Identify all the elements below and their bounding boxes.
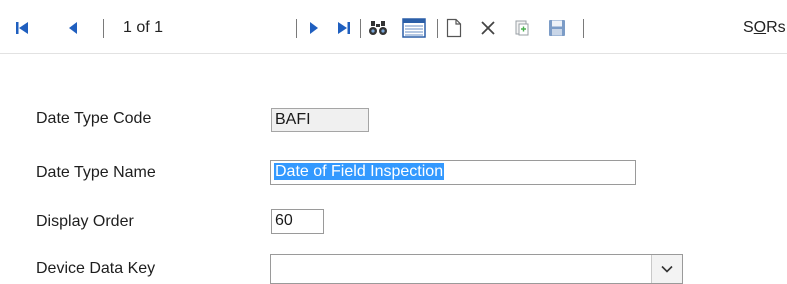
sors-label-suffix: Rs [766,19,786,36]
record-toolbar: 1 of 1 SORs [0,0,787,54]
list-view-icon [402,18,426,38]
device-data-key-label: Device Data Key [36,260,156,277]
display-order-label: Display Order [36,213,134,230]
device-data-key-select[interactable] [270,254,683,284]
delete-x-icon [481,21,495,35]
display-order-value: 60 [275,212,293,229]
page-indicator: 1 of 1 [123,19,164,36]
first-record-button[interactable] [12,17,32,39]
copy-record-icon [515,20,529,36]
date-type-name-field[interactable]: Date of Field Inspection [270,160,636,185]
chevron-down-icon [661,265,673,273]
sors-button[interactable]: SORs [743,17,786,39]
device-data-key-dropdown-button[interactable] [651,255,682,283]
date-type-name-value: Date of Field Inspection [274,163,445,180]
toolbar-separator [296,19,297,38]
toolbar-separator [437,19,438,38]
new-record-button[interactable] [443,17,465,39]
next-record-button[interactable] [305,17,323,39]
save-floppy-icon [549,20,565,36]
save-record-button[interactable] [546,17,568,39]
last-record-icon [338,22,350,34]
date-type-code-value: BAFI [275,111,311,128]
toolbar-separator [103,19,104,38]
previous-record-button[interactable] [64,17,82,39]
display-order-field[interactable]: 60 [271,209,324,234]
date-type-code-label: Date Type Code [36,110,152,127]
new-document-icon [446,18,462,38]
previous-record-icon [69,22,77,34]
list-view-button[interactable] [400,17,428,39]
date-type-code-field[interactable]: BAFI [271,108,369,132]
binoculars-find-icon [369,21,387,35]
toolbar-separator [583,19,584,38]
last-record-button[interactable] [334,17,354,39]
copy-record-button[interactable] [511,17,533,39]
toolbar-separator [360,19,361,38]
sors-label-prefix: S [743,19,754,36]
sors-label-mnemonic: O [753,19,767,36]
first-record-icon [16,22,28,34]
find-button[interactable] [366,17,390,39]
next-record-icon [310,22,318,34]
date-type-name-label: Date Type Name [36,164,156,181]
delete-record-button[interactable] [477,17,499,39]
